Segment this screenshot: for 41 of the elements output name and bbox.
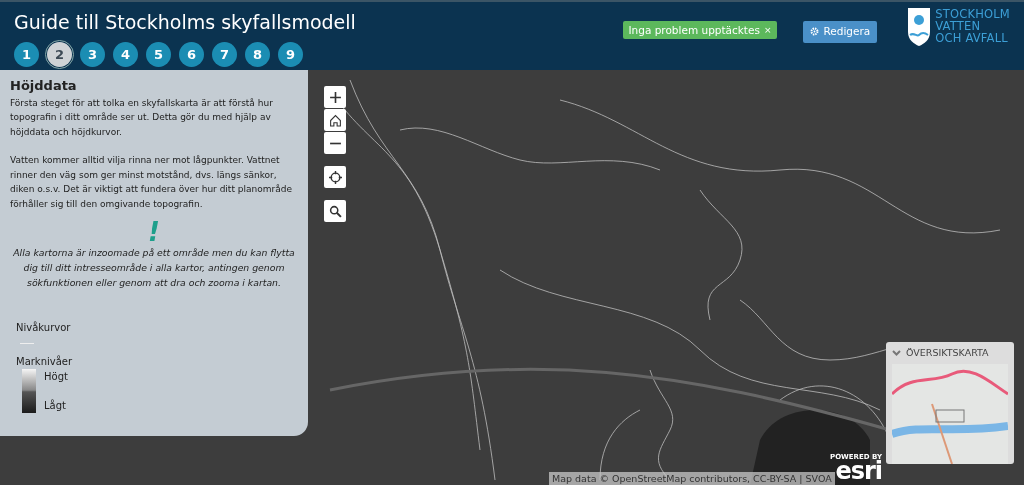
zoom-out-button[interactable]: [324, 132, 346, 154]
step-button[interactable]: 8: [245, 42, 270, 67]
elevation-ramp: [22, 369, 36, 414]
contour-line-icon: [20, 343, 34, 345]
step-button[interactable]: 3: [80, 42, 105, 67]
step-button[interactable]: 7: [212, 42, 237, 67]
logo-text: VATTEN: [935, 20, 982, 32]
search-button[interactable]: [324, 200, 346, 222]
exclamation-mark: !: [147, 219, 161, 246]
step-button[interactable]: 6: [179, 42, 204, 67]
step-button[interactable]: 4: [113, 42, 138, 67]
locate-icon: [328, 170, 342, 184]
logo-text: STOCKHOLM: [935, 8, 1010, 20]
zoom-in-icon: [328, 90, 342, 104]
step-button[interactable]: 5: [146, 42, 171, 67]
step-button[interactable]: 1: [14, 42, 39, 67]
map-attribution: Map data © OpenStreetMap contributors, CC-BY-SA | SVOA: [549, 472, 835, 485]
page-title: Guide till Stockholms skyfallsmodell: [14, 10, 356, 34]
esri-logo: esri: [835, 461, 883, 481]
gear-icon: [810, 27, 820, 37]
edit-button[interactable]: Redigera: [803, 21, 878, 43]
search-icon: [328, 204, 342, 218]
step-button[interactable]: 2: [47, 42, 72, 67]
status-badge: Inga problem upptäcktes ×: [622, 21, 778, 39]
legend-label: Högt: [44, 370, 68, 385]
logo-text: OCH AVFALL: [935, 32, 1009, 44]
locate-button[interactable]: [324, 166, 346, 188]
home-button[interactable]: [324, 109, 346, 131]
legend-label: Nivåkurvor: [16, 320, 72, 336]
panel-paragraph: Första steget för att tolka en skyfallskarta är att förstå hur topografin i ditt område ser ut. Detta gör du med hjälp av höjddata och höjdkurvor.: [10, 96, 274, 139]
close-icon[interactable]: ×: [763, 24, 772, 36]
home-icon: [328, 113, 342, 127]
overview-map-toggle[interactable]: ÖVERSIKTSKARTA: [892, 346, 989, 361]
legend-label: Marknivåer: [16, 354, 74, 370]
panel-heading: Höjddata: [10, 78, 78, 94]
notice-text: Alla kartorna är inzoomade på ett område men du kan flytta dig till ditt intresseområde i alla kartor, antingen genom sökfunktionen eller genom att dra och zooma i kartan.: [12, 246, 296, 291]
panel-paragraph: Vatten kommer alltid vilja rinna ner mot lågpunkter. Vattnet rinner den väg som ger minst motstånd, dvs. längs sänkor, diken o.s.v. Det är viktigt att fundera över hur ditt planområde förhåller sig till den omgivande topografin.: [10, 154, 293, 211]
crest-icon: [907, 8, 932, 46]
zoom-in-button[interactable]: [324, 86, 346, 108]
legend-label: Lågt: [44, 398, 67, 414]
step-button[interactable]: 9: [278, 42, 303, 67]
